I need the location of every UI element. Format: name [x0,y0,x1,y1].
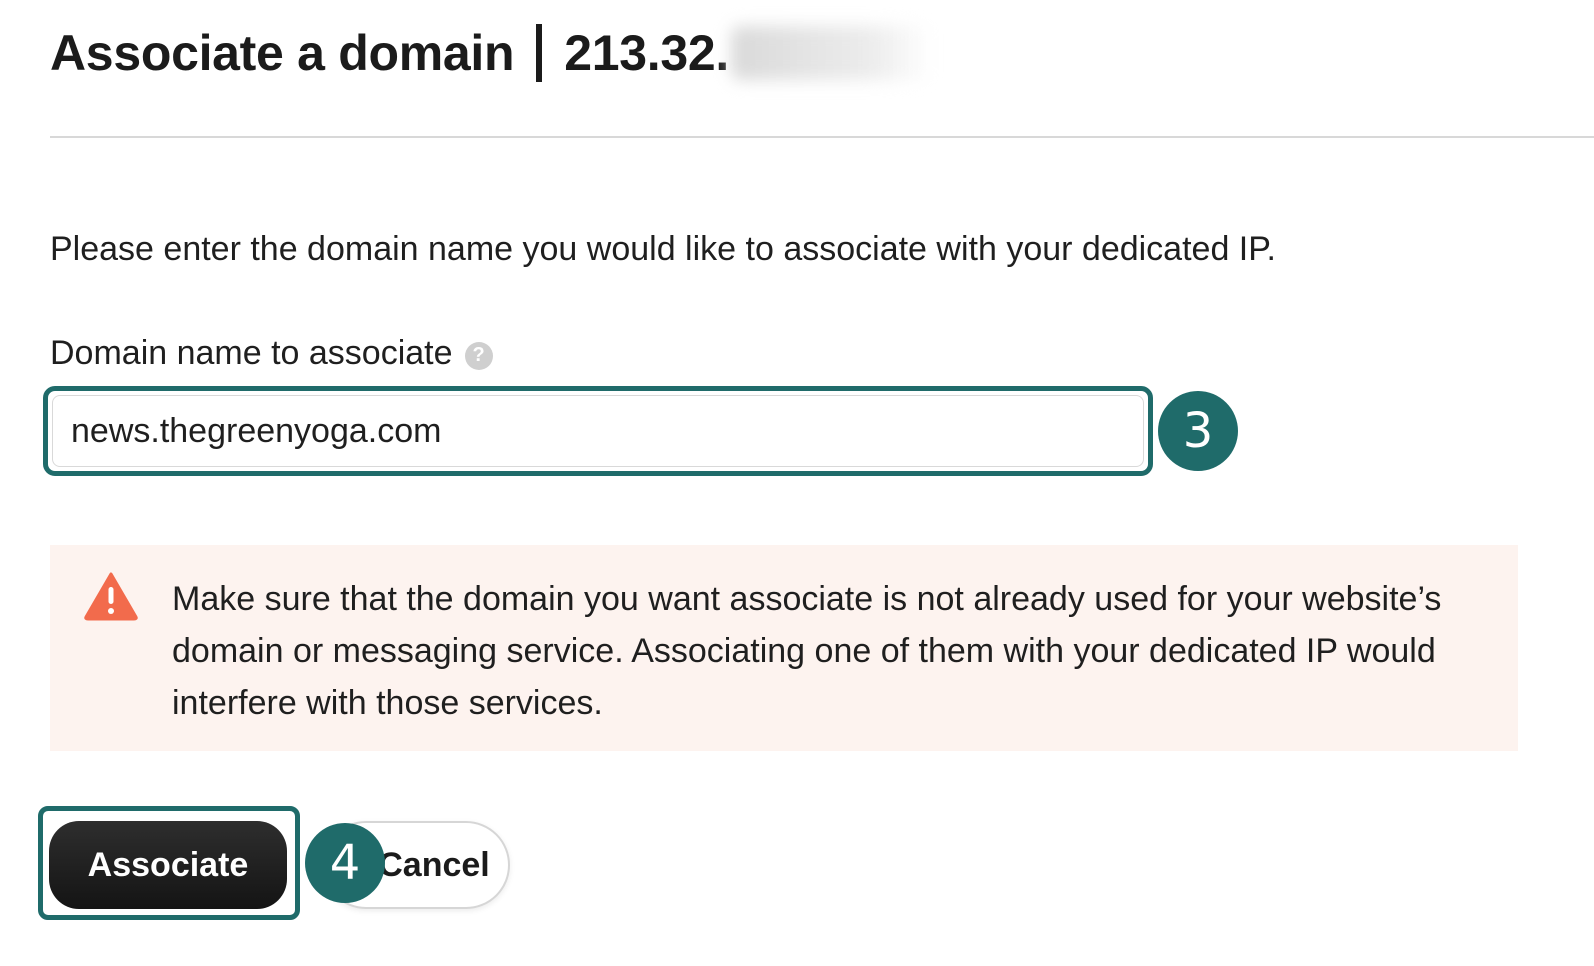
title-separator [536,24,543,82]
step-badge-3: 3 [1158,391,1238,471]
domain-input[interactable] [52,395,1144,467]
domain-field-label-text: Domain name to associate [50,334,453,372]
ip-redaction-blur [730,26,931,80]
ip-address: 213.32. [564,25,729,81]
help-icon[interactable]: ? [464,341,493,370]
domain-field-label: Domain name to associate ? [50,334,493,373]
step-badge-4: 4 [305,823,385,903]
header-divider [50,136,1594,138]
page-title-text: Associate a domain [50,25,515,81]
associate-button[interactable]: Associate [49,821,287,909]
intro-text: Please enter the domain name you would l… [50,230,1276,268]
page-title: Associate a domain 213.32. [50,20,931,86]
warning-triangle-icon [84,572,138,621]
warning-text: Make sure that the domain you want assoc… [172,580,1442,722]
domain-input-highlight [43,386,1153,476]
warning-banner: Make sure that the domain you want assoc… [50,545,1518,751]
